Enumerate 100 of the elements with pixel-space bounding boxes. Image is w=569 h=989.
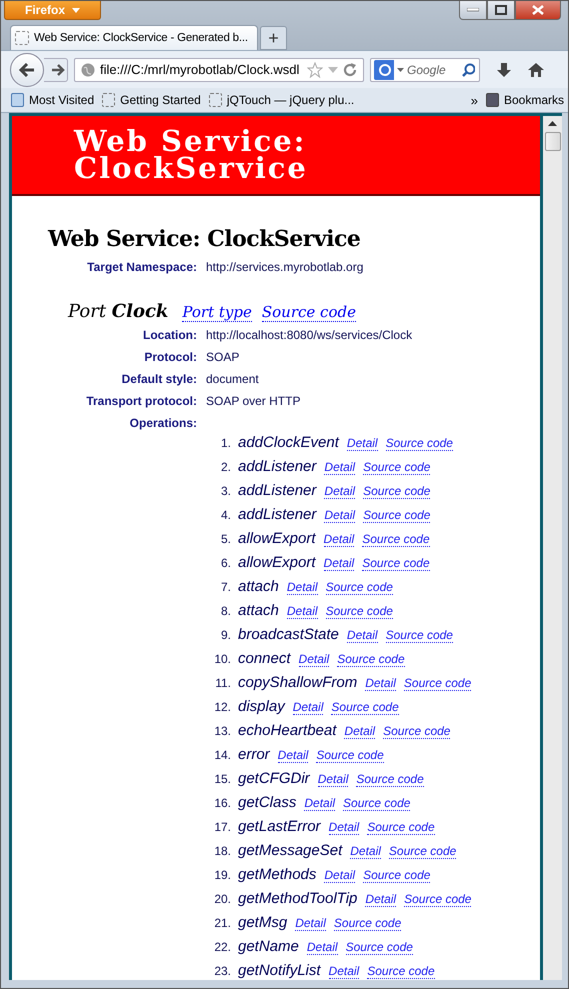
link[interactable]: Detail xyxy=(292,700,324,715)
link[interactable]: Source code xyxy=(331,700,399,715)
operation-name: getMessageSet xyxy=(238,842,342,859)
list-number: 13. xyxy=(213,724,232,738)
link[interactable]: Source code xyxy=(404,676,472,691)
bookmark-item[interactable]: Most Visited xyxy=(11,93,94,107)
field-label: Default style: xyxy=(120,372,197,386)
link[interactable]: Source code xyxy=(334,916,402,931)
link[interactable]: Source code xyxy=(362,556,430,571)
link[interactable]: Detail xyxy=(286,580,318,595)
link[interactable]: Source code xyxy=(362,532,430,547)
list-number: 11. xyxy=(214,676,232,690)
back-button[interactable] xyxy=(10,52,44,86)
link[interactable]: Detail xyxy=(365,676,396,691)
field-value: http://services.myrobotlab.org xyxy=(206,260,364,274)
link[interactable]: Source code xyxy=(367,964,435,979)
list-number: 17. xyxy=(213,820,232,834)
field-label: Location: xyxy=(142,328,197,342)
link[interactable]: Source code xyxy=(363,508,430,523)
browser-tab[interactable]: Web Service: ClockService - Generated b... xyxy=(10,25,258,50)
link[interactable]: Source code xyxy=(343,796,410,811)
dropdown-icon[interactable] xyxy=(397,68,404,72)
list-number: 10. xyxy=(213,652,232,666)
link[interactable]: Detail xyxy=(306,940,338,955)
bookmark-item[interactable]: Getting Started xyxy=(102,93,201,107)
link[interactable]: Source code xyxy=(386,436,453,451)
link[interactable]: Detail xyxy=(324,868,356,883)
list-number: 18. xyxy=(213,844,232,858)
link[interactable]: Detail xyxy=(324,556,354,571)
list-number: 6. xyxy=(220,556,232,570)
close-icon xyxy=(532,5,544,15)
close-button[interactable] xyxy=(515,1,561,20)
page-icon xyxy=(15,31,29,45)
scrollbar-thumb[interactable] xyxy=(544,132,560,151)
field-value: document xyxy=(206,372,260,386)
link[interactable]: Detail xyxy=(328,820,360,835)
link[interactable]: Detail xyxy=(295,916,326,931)
minimize-button[interactable] xyxy=(459,1,487,20)
link[interactable]: Detail xyxy=(324,532,354,547)
operation-name: addListener xyxy=(238,482,316,499)
link[interactable]: Detail xyxy=(298,652,330,667)
field-value: SOAP xyxy=(206,350,240,364)
address-bar[interactable]: file:///C:/mrl/myrobotlab/Clock.wsdl xyxy=(74,58,364,82)
search-field[interactable]: Google xyxy=(370,58,480,82)
link[interactable]: Detail xyxy=(324,484,356,499)
link[interactable]: Detail xyxy=(318,772,348,787)
link[interactable]: Source code xyxy=(346,940,413,955)
link[interactable]: Detail xyxy=(344,724,376,739)
field-label: Transport protocol: xyxy=(85,394,197,408)
link[interactable]: Source code xyxy=(363,460,430,475)
link[interactable]: Detail xyxy=(350,844,381,859)
bookmark-item[interactable]: jQTouch — jQuery plu... xyxy=(208,93,354,107)
link[interactable]: Source code xyxy=(383,724,450,739)
field-label: Protocol: xyxy=(143,350,197,364)
link[interactable]: Source code xyxy=(356,772,424,787)
scrollbar[interactable] xyxy=(543,116,562,980)
back-arrow-icon xyxy=(19,62,35,76)
link[interactable]: Source code xyxy=(326,580,393,595)
link[interactable]: Source code xyxy=(363,484,430,499)
link[interactable]: Detail xyxy=(278,748,308,763)
link[interactable]: Source code xyxy=(363,868,430,883)
home-icon[interactable] xyxy=(528,62,544,78)
download-icon[interactable] xyxy=(496,62,512,78)
forward-button[interactable] xyxy=(44,58,68,82)
link[interactable]: Source code xyxy=(337,652,405,667)
link[interactable]: Source code xyxy=(262,303,356,322)
page-icon xyxy=(102,93,116,107)
link[interactable]: Detail xyxy=(286,604,318,619)
maximize-icon xyxy=(495,5,507,15)
link[interactable]: Detail xyxy=(346,436,378,451)
operation-name: echoHeartbeat xyxy=(238,722,336,739)
bookmarks-menu-button[interactable]: Bookmarks xyxy=(486,93,564,107)
search-field[interactable]: Google xyxy=(406,62,459,76)
new-tab-button[interactable]: + xyxy=(260,26,287,50)
link[interactable]: Detail xyxy=(304,796,336,811)
overflow-button[interactable]: » xyxy=(470,92,478,108)
link[interactable]: Detail xyxy=(328,964,360,979)
operation-name: broadcastState xyxy=(238,626,339,643)
operation-name: addListener xyxy=(238,506,316,523)
caret-icon xyxy=(72,8,80,12)
list-number: 20. xyxy=(213,892,232,906)
link[interactable]: Detail xyxy=(346,628,378,643)
link[interactable]: Source code xyxy=(388,844,456,859)
link[interactable]: Detail xyxy=(324,508,356,523)
link[interactable]: Source code xyxy=(316,748,384,763)
bookmark-star-icon[interactable] xyxy=(307,62,323,78)
maximize-button[interactable] xyxy=(487,1,515,20)
link[interactable]: Source code xyxy=(386,628,453,643)
reload-icon[interactable] xyxy=(343,62,357,76)
link[interactable]: Detail xyxy=(324,460,356,475)
operation-name: copyShallowFrom xyxy=(238,674,358,691)
search-icon[interactable] xyxy=(462,62,475,76)
link[interactable]: Source code xyxy=(326,604,393,619)
scroll-up-icon[interactable] xyxy=(548,121,557,126)
list-number: 15. xyxy=(213,772,232,786)
link[interactable]: Source code xyxy=(404,892,472,907)
link[interactable]: Source code xyxy=(367,820,435,835)
operation-name: attach xyxy=(238,578,279,595)
link[interactable]: Detail xyxy=(365,892,396,907)
link[interactable]: Port type xyxy=(182,303,252,322)
